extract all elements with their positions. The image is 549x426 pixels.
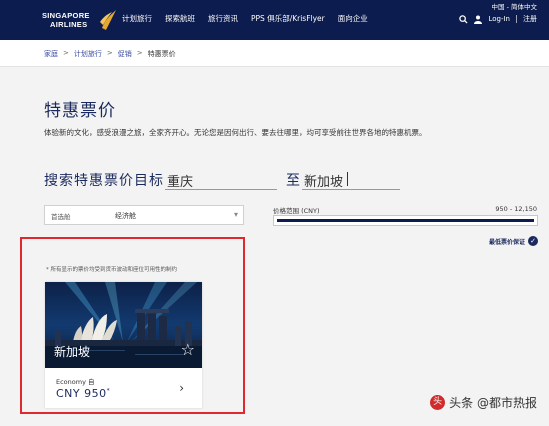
nav-item-explore-flights[interactable]: 探索航班	[165, 13, 195, 24]
best-price-guarantee[interactable]: 最低票价保证 ✓	[489, 236, 538, 246]
user-icon[interactable]	[474, 15, 483, 24]
best-price-label: 最低票价保证	[488, 238, 525, 246]
card-price-value: CNY 950	[56, 387, 107, 400]
watermark-text: 头条 @都市热报	[449, 396, 537, 410]
kris-bird-icon	[100, 10, 116, 30]
login-link[interactable]: Log-In	[488, 15, 510, 23]
chevron-down-icon: ⌄	[167, 174, 176, 185]
breadcrumb-separator: >	[136, 49, 143, 57]
chevron-down-icon[interactable]: ⌄	[304, 174, 400, 185]
chevron-down-icon: ▾	[233, 210, 238, 219]
logo-text-line2: AIRLINES	[50, 20, 88, 29]
price-range-values: 950 - 12,150	[495, 205, 537, 213]
fare-card[interactable]: 新加坡 ☆ Economy 自 CNY 950* ›	[45, 282, 202, 408]
nav-item-business[interactable]: 面向企业	[338, 13, 368, 24]
language-selector[interactable]: 中国 - 简体中文	[492, 1, 537, 11]
page-description: 体验新的文化，感受浪漫之旅，全家齐开心。无论您是因何出行、要去往哪里，均可享受前…	[44, 128, 427, 137]
search-icon[interactable]	[459, 14, 469, 24]
cabin-label: 首选舱	[51, 213, 71, 221]
check-icon: ✓	[528, 236, 538, 246]
price-range-slider[interactable]	[273, 215, 538, 226]
nav-item-plan-travel[interactable]: 计划旅行	[122, 13, 152, 24]
origin-select[interactable]: 重庆 ⌄	[165, 168, 277, 190]
star-icon[interactable]: ☆	[181, 342, 195, 358]
card-cabin-class: Economy 自	[56, 378, 95, 386]
register-link[interactable]: 注册	[523, 14, 537, 24]
destination-input[interactable]: 新加坡 × ⌄	[302, 168, 400, 190]
breadcrumb-home[interactable]: 家庭	[44, 49, 58, 59]
price-footnote-mark: *	[106, 387, 111, 395]
toutiao-logo-icon: 头	[430, 395, 446, 410]
chevron-right-icon[interactable]: ›	[179, 381, 184, 395]
breadcrumb-current: 特惠票价	[147, 50, 176, 58]
nav-item-krisflyer[interactable]: PPS 俱乐部/KrisFlyer	[251, 13, 325, 24]
breadcrumb-separator: >	[63, 49, 69, 57]
search-label: 搜索特惠票价目标	[44, 173, 164, 189]
page-title: 特惠票价	[44, 101, 116, 121]
destination-image: 新加坡 ☆	[45, 282, 202, 368]
cabin-class-select[interactable]: 首选舱 经济舱 ▾	[44, 205, 244, 225]
to-label: 至	[286, 173, 300, 189]
card-price: CNY 950*	[56, 387, 110, 400]
watermark: 头 头条 @都市热报	[430, 394, 537, 411]
breadcrumb-separator: >	[106, 49, 113, 57]
price-range-label: 价格范围 (CNY)	[273, 207, 320, 215]
singapore-airlines-logo[interactable]: SINGAPORE AIRLINES	[42, 8, 118, 32]
cabin-value: 经济舱	[115, 212, 136, 220]
price-disclaimer: * 所有显示的票价均受到货币波动和座位可用性的制约	[46, 267, 178, 273]
nav-item-travel-info[interactable]: 旅行资讯	[208, 13, 238, 24]
header-actions: Log-In 注册	[459, 14, 537, 24]
main-nav: 计划旅行 探索航班 旅行资讯 PPS 俱乐部/KrisFlyer 面向企业	[122, 13, 381, 24]
card-city: 新加坡	[54, 345, 91, 359]
breadcrumb-plan-travel[interactable]: 计划旅行	[74, 49, 102, 59]
logo-text-line1: SINGAPORE	[42, 11, 90, 20]
breadcrumb: 家庭 > 计划旅行 > 促销 > 特惠票价	[0, 40, 549, 67]
divider	[516, 15, 517, 23]
slider-fill[interactable]	[277, 219, 534, 222]
top-header: SINGAPORE AIRLINES 计划旅行 探索航班 旅行资讯 PPS 俱乐…	[0, 0, 549, 40]
breadcrumb-promotions[interactable]: 促销	[118, 49, 132, 59]
